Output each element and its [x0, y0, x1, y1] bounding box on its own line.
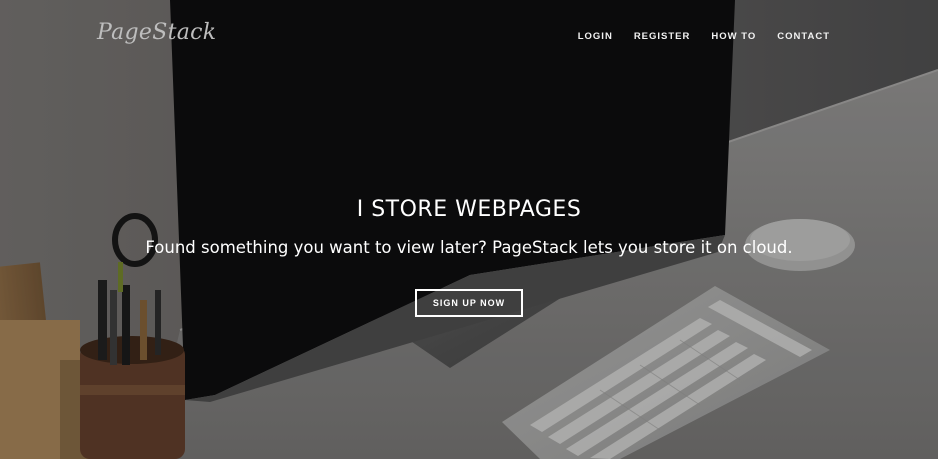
nav-login-link[interactable]: LOGIN — [578, 31, 613, 42]
nav-register-link[interactable]: REGISTER — [634, 31, 691, 42]
hero-subline: Found something you want to view later? … — [145, 238, 793, 257]
hero-dark-overlay — [0, 0, 938, 459]
nav-how-to-link[interactable]: HOW TO — [711, 31, 756, 42]
sign-up-button[interactable]: SIGN UP NOW — [415, 289, 523, 317]
hero-section: PageStack LOGIN REGISTER HOW TO CONTACT … — [0, 0, 938, 459]
hero-headline: I STORE WEBPAGES — [356, 197, 582, 222]
main-nav: LOGIN REGISTER HOW TO CONTACT — [578, 31, 830, 42]
brand-logo[interactable]: PageStack — [97, 20, 216, 45]
nav-contact-link[interactable]: CONTACT — [777, 31, 830, 42]
